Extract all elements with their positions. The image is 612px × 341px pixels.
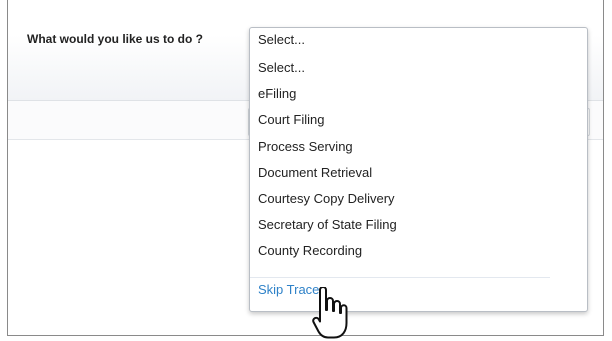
service-question-label: What would you like us to do ?	[27, 32, 203, 46]
dropdown-option-process-serving[interactable]: Process Serving	[250, 134, 550, 160]
dropdown-option-court-filing[interactable]: Court Filing	[250, 107, 550, 133]
dropdown-option-secretary-of-state-filing[interactable]: Secretary of State Filing	[250, 212, 550, 238]
select-current-value[interactable]: Select...	[250, 28, 587, 51]
dropdown-option-county-recording[interactable]: County Recording	[250, 238, 550, 264]
dropdown-option-skip-trace[interactable]: Skip Trace	[250, 277, 550, 303]
dropdown-option-efiling[interactable]: eFiling	[250, 81, 550, 107]
dropdown-option-courtesy-copy-delivery[interactable]: Courtesy Copy Delivery	[250, 186, 550, 212]
hand-pointer-icon	[312, 287, 348, 339]
screenshot-canvas: What would you like us to do ? Select...…	[0, 0, 612, 341]
dropdown-option-document-retrieval[interactable]: Document Retrieval	[250, 160, 550, 186]
service-select-dropdown[interactable]: Select... Select... eFiling Court Filing…	[249, 27, 588, 312]
dropdown-option-select[interactable]: Select...	[250, 55, 550, 81]
